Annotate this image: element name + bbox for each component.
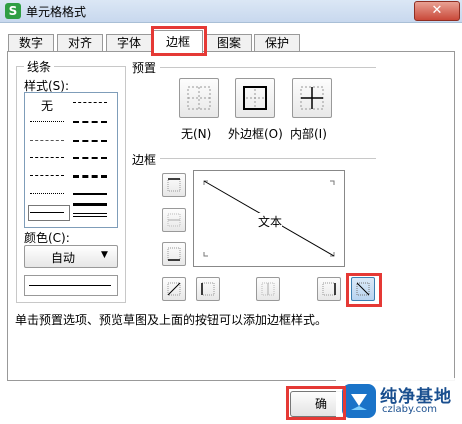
border-left-icon [201, 282, 215, 296]
border-left-button[interactable] [196, 277, 220, 301]
ok-button-highlight [286, 386, 346, 420]
border-title: 边框 [132, 153, 157, 167]
line-style-thick[interactable] [73, 203, 107, 206]
preset-none-label: 无(N) [181, 127, 212, 141]
tab-strip: 数字 对齐 字体 边框 图案 保护 [0, 30, 462, 53]
border-inside-horizontal-icon [167, 213, 181, 227]
watermark-url: czlaby.com [382, 404, 438, 415]
line-style-double[interactable] [73, 213, 107, 217]
line-style-none[interactable]: 无 [41, 97, 53, 114]
border-right-icon [322, 282, 336, 296]
tab-font[interactable]: 字体 [106, 34, 152, 52]
border-preview-diagram[interactable]: 文本 [193, 170, 345, 267]
border-right-button[interactable] [317, 277, 341, 301]
border-diagonal-up-button[interactable] [162, 277, 186, 301]
tab-border-highlight [151, 26, 207, 56]
line-style-dotted[interactable] [30, 140, 64, 141]
line-style-medium-dashed[interactable] [73, 121, 107, 123]
preview-text: 文本 [258, 213, 283, 230]
line-style-dashed-fine[interactable] [30, 193, 64, 194]
line-style-dash-thick[interactable] [73, 175, 107, 178]
border-middle-vertical-button[interactable] [256, 277, 280, 301]
preset-outline-button[interactable] [235, 78, 275, 118]
diagonal-up-icon [167, 282, 181, 296]
diagonal-down-highlight [346, 273, 382, 307]
line-style-medium-dashdot[interactable] [73, 102, 107, 103]
line-style-medium[interactable] [73, 193, 107, 195]
border-top-button[interactable] [162, 173, 186, 197]
preset-outline-label: 外边框(O) [228, 127, 283, 141]
close-button[interactable]: ✕ [414, 1, 460, 21]
chevron-down-icon: ▼ [101, 250, 108, 260]
watermark-logo [342, 384, 376, 418]
watermark: 纯净基地 czlaby.com [336, 378, 462, 424]
preset-none-button[interactable] [179, 78, 219, 118]
border-top-icon [167, 178, 181, 192]
line-preview [24, 275, 118, 296]
color-value: 自动 [51, 251, 76, 265]
line-style-list[interactable]: 无 [24, 92, 118, 228]
tab-number[interactable]: 数字 [8, 34, 54, 52]
line-group-title: 线条 [24, 58, 55, 75]
preset-inside-button[interactable] [292, 78, 332, 118]
tab-pattern[interactable]: 图案 [206, 34, 252, 52]
selected-line-style[interactable] [28, 205, 70, 221]
color-label: 颜色(C): [24, 231, 70, 245]
line-style-slanted[interactable] [73, 140, 107, 142]
preset-inside-label: 内部(I) [290, 127, 327, 141]
line-style-dashdot[interactable] [30, 175, 64, 176]
inside-border-icon [300, 86, 324, 110]
border-separator [160, 158, 376, 159]
no-border-icon [187, 86, 211, 110]
hint-text: 单击预置选项、预览草图及上面的按钮可以添加边框样式。 [15, 313, 328, 327]
line-style-hair[interactable] [30, 121, 64, 122]
border-inside-vertical-icon [261, 282, 275, 296]
line-style-dash-medium[interactable] [73, 157, 107, 159]
border-middle-horizontal-button[interactable] [162, 208, 186, 232]
tab-alignment[interactable]: 对齐 [57, 34, 103, 52]
border-bottom-button[interactable] [162, 242, 186, 266]
tab-protection[interactable]: 保护 [254, 34, 300, 52]
presets-title: 预置 [132, 61, 157, 75]
color-dropdown[interactable]: 自动 ▼ [24, 245, 118, 268]
outline-border-icon [243, 86, 267, 110]
presets-separator [160, 67, 376, 68]
border-bottom-icon [167, 247, 181, 261]
line-style-dashdotdot[interactable] [30, 157, 64, 158]
line-preview-stroke [29, 285, 111, 286]
window-title: 单元格格式 [26, 5, 87, 19]
app-icon: S [5, 3, 21, 19]
title-bar: S 单元格格式 ✕ [0, 0, 462, 23]
